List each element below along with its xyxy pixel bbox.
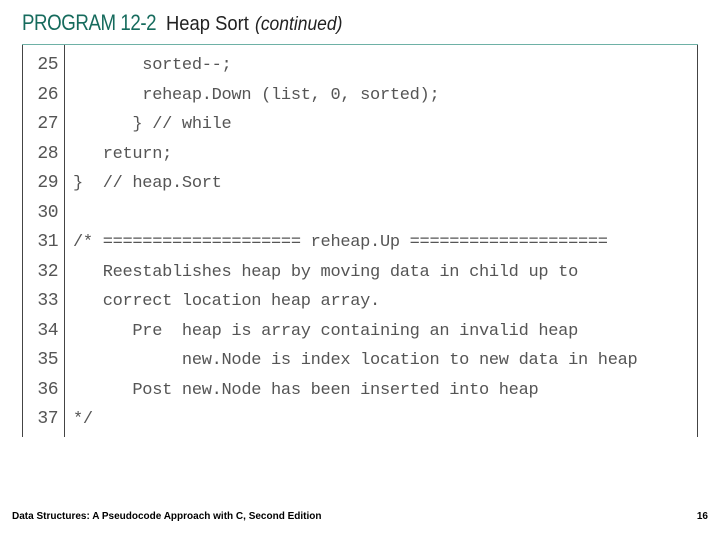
line-number: 29 — [23, 169, 58, 199]
line-number: 37 — [23, 405, 58, 435]
code-line: Pre heap is array containing an invalid … — [73, 317, 693, 347]
code-line: /* ==================== reheap.Up ======… — [73, 228, 693, 258]
line-number: 32 — [23, 258, 58, 288]
footer-text: Data Structures: A Pseudocode Approach w… — [12, 511, 321, 522]
code-line — [73, 199, 693, 229]
code-line: return; — [73, 140, 693, 170]
code-line: sorted--; — [73, 51, 693, 81]
code-block: 25262728293031323334353637 sorted--; reh… — [22, 45, 698, 437]
program-label: PROGRAM 12-2 — [22, 10, 156, 36]
program-title: Heap Sort — [166, 13, 249, 36]
code-line: Reestablishes heap by moving data in chi… — [73, 258, 693, 288]
code-line: correct location heap array. — [73, 287, 693, 317]
line-number: 34 — [23, 317, 58, 347]
line-number: 26 — [23, 81, 58, 111]
line-number: 25 — [23, 51, 58, 81]
line-number: 31 — [23, 228, 58, 258]
code-line: reheap.Down (list, 0, sorted); — [73, 81, 693, 111]
line-number: 33 — [23, 287, 58, 317]
program-header: PROGRAM 12-2 Heap Sort (continued) — [0, 0, 720, 38]
line-number: 30 — [23, 199, 58, 229]
code-line: */ — [73, 405, 693, 435]
page-number: 16 — [697, 511, 708, 522]
code-line: } // while — [73, 110, 693, 140]
program-continued: (continued) — [255, 14, 342, 36]
footer: Data Structures: A Pseudocode Approach w… — [12, 511, 708, 522]
code-line: } // heap.Sort — [73, 169, 693, 199]
code-line: Post new.Node has been inserted into hea… — [73, 376, 693, 406]
line-number: 35 — [23, 346, 58, 376]
code-content: sorted--; reheap.Down (list, 0, sorted);… — [65, 45, 697, 437]
line-number: 36 — [23, 376, 58, 406]
line-number: 28 — [23, 140, 58, 170]
code-line: new.Node is index location to new data i… — [73, 346, 693, 376]
line-numbers: 25262728293031323334353637 — [23, 45, 65, 437]
line-number: 27 — [23, 110, 58, 140]
